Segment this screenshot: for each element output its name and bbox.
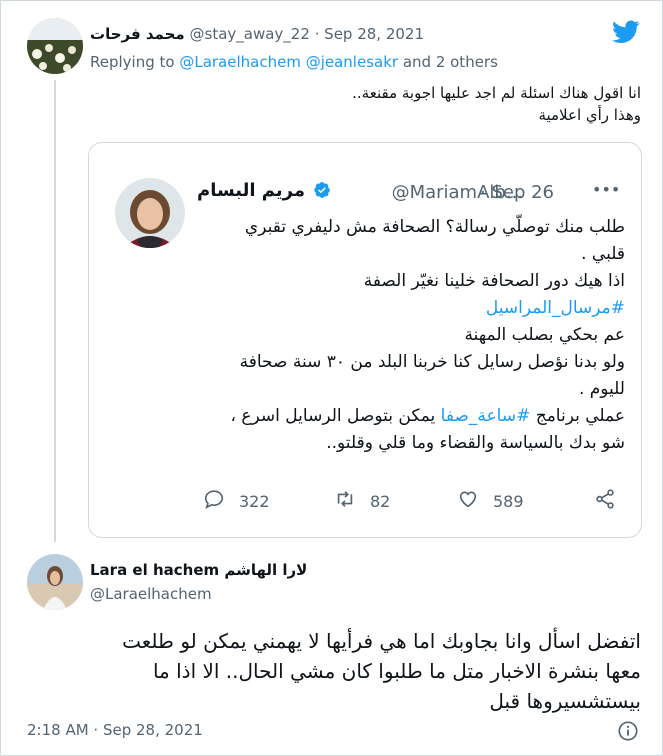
quoted-text-line: لليوم . xyxy=(578,379,625,399)
main-timestamp[interactable]: 2:18 AM · Sep 28, 2021 xyxy=(27,721,203,739)
replying-to-suffix[interactable]: and 2 others xyxy=(398,53,498,71)
quoted-text-line: عم بحكي بصلب المهنة xyxy=(464,325,625,345)
quoted-date[interactable]: · Sep 26 xyxy=(480,182,554,203)
quoted-text-line: ولو بدنا نؤصل رسايل كنا خربنا البلد من ٣… xyxy=(239,352,625,372)
info-icon[interactable] xyxy=(617,720,639,742)
retweet-action[interactable]: 82 xyxy=(334,488,390,514)
quoted-text-line: قلبي . xyxy=(581,244,625,264)
retweet-icon xyxy=(334,488,356,514)
reply-author-name[interactable]: محمد فرحات xyxy=(90,25,185,43)
main-text-line: اتفضل اسأل وانا بجاوبك اما هي فرأيها لا … xyxy=(122,629,641,653)
main-handle[interactable]: @Laraelhachem xyxy=(90,585,212,603)
quoted-text-line: اذا هيك دور الصحافة خلينا نغيّر الصفة xyxy=(363,271,625,291)
thread-connector xyxy=(54,80,56,542)
quoted-text-line-with-hashtag: عملي برنامج #ساعة_صفا يمكن بتوصل الرسايل… xyxy=(115,403,625,430)
hashtag-link[interactable]: #ساعة_صفا xyxy=(441,406,531,426)
main-text-line: معها بنشرة الاخبار متل ما طلبوا كان مشي … xyxy=(152,659,641,683)
reply-tweet-text: انا اقول هناك اسئلة لم اجد عليها اجوبة م… xyxy=(101,82,641,126)
avatar-main-author[interactable] xyxy=(27,554,83,610)
quoted-author-name-wrap: مريم البسام xyxy=(197,180,333,201)
like-action[interactable]: 589 xyxy=(457,488,524,514)
retweet-count: 82 xyxy=(370,491,391,511)
reply-handle-date[interactable]: @stay_away_22 · Sep 28, 2021 xyxy=(190,25,425,43)
avatar-reply-author[interactable] xyxy=(27,18,83,74)
reply-text-line: انا اقول هناك اسئلة لم اجد عليها اجوبة م… xyxy=(352,84,641,102)
replying-to-users[interactable]: @Laraelhachem @jeanlesakr xyxy=(179,53,398,71)
reply-count: 322 xyxy=(239,491,270,511)
share-icon xyxy=(594,488,616,514)
verified-badge-icon xyxy=(313,181,331,199)
reply-author-line: محمد فرحات @stay_away_22 · Sep 28, 2021 xyxy=(90,25,424,43)
more-options-icon[interactable]: ••• xyxy=(592,180,620,199)
replying-to: Replying to @Laraelhachem @jeanlesakr an… xyxy=(90,53,498,71)
replying-to-prefix: Replying to xyxy=(90,53,180,71)
twitter-logo-icon[interactable] xyxy=(612,20,640,44)
text-segment: يمكن بتوصل الرسايل اسرع ، xyxy=(230,406,441,426)
main-tweet-text: اتفضل اسأل وانا بجاوبك اما هي فرأيها لا … xyxy=(21,626,641,716)
reply-text-line: وهذا رأي اعلامية xyxy=(538,106,641,124)
quoted-tweet-text: طلب منك توصلّي رسالة؟ الصحافة مش دليفري … xyxy=(115,214,625,457)
main-author-name[interactable]: Lara el hachem لارا الهاشم xyxy=(90,561,307,579)
share-action[interactable] xyxy=(594,488,616,514)
main-text-line: بيستشسيروها قبل xyxy=(489,689,641,713)
reply-icon xyxy=(203,488,225,514)
heart-icon xyxy=(457,488,479,514)
like-count: 589 xyxy=(493,491,524,511)
reply-action[interactable]: 322 xyxy=(203,488,270,514)
text-segment: عملي برنامج xyxy=(530,406,625,426)
quoted-text-line: طلب منك توصلّي رسالة؟ الصحافة مش دليفري … xyxy=(244,217,625,237)
quoted-author-name[interactable]: مريم البسام xyxy=(197,180,305,201)
quoted-text-line: شو بدك بالسياسة والقضاء وما قلي وقلتو.. xyxy=(326,433,625,453)
hashtag-link[interactable]: #مرسال_المراسيل xyxy=(115,295,625,322)
